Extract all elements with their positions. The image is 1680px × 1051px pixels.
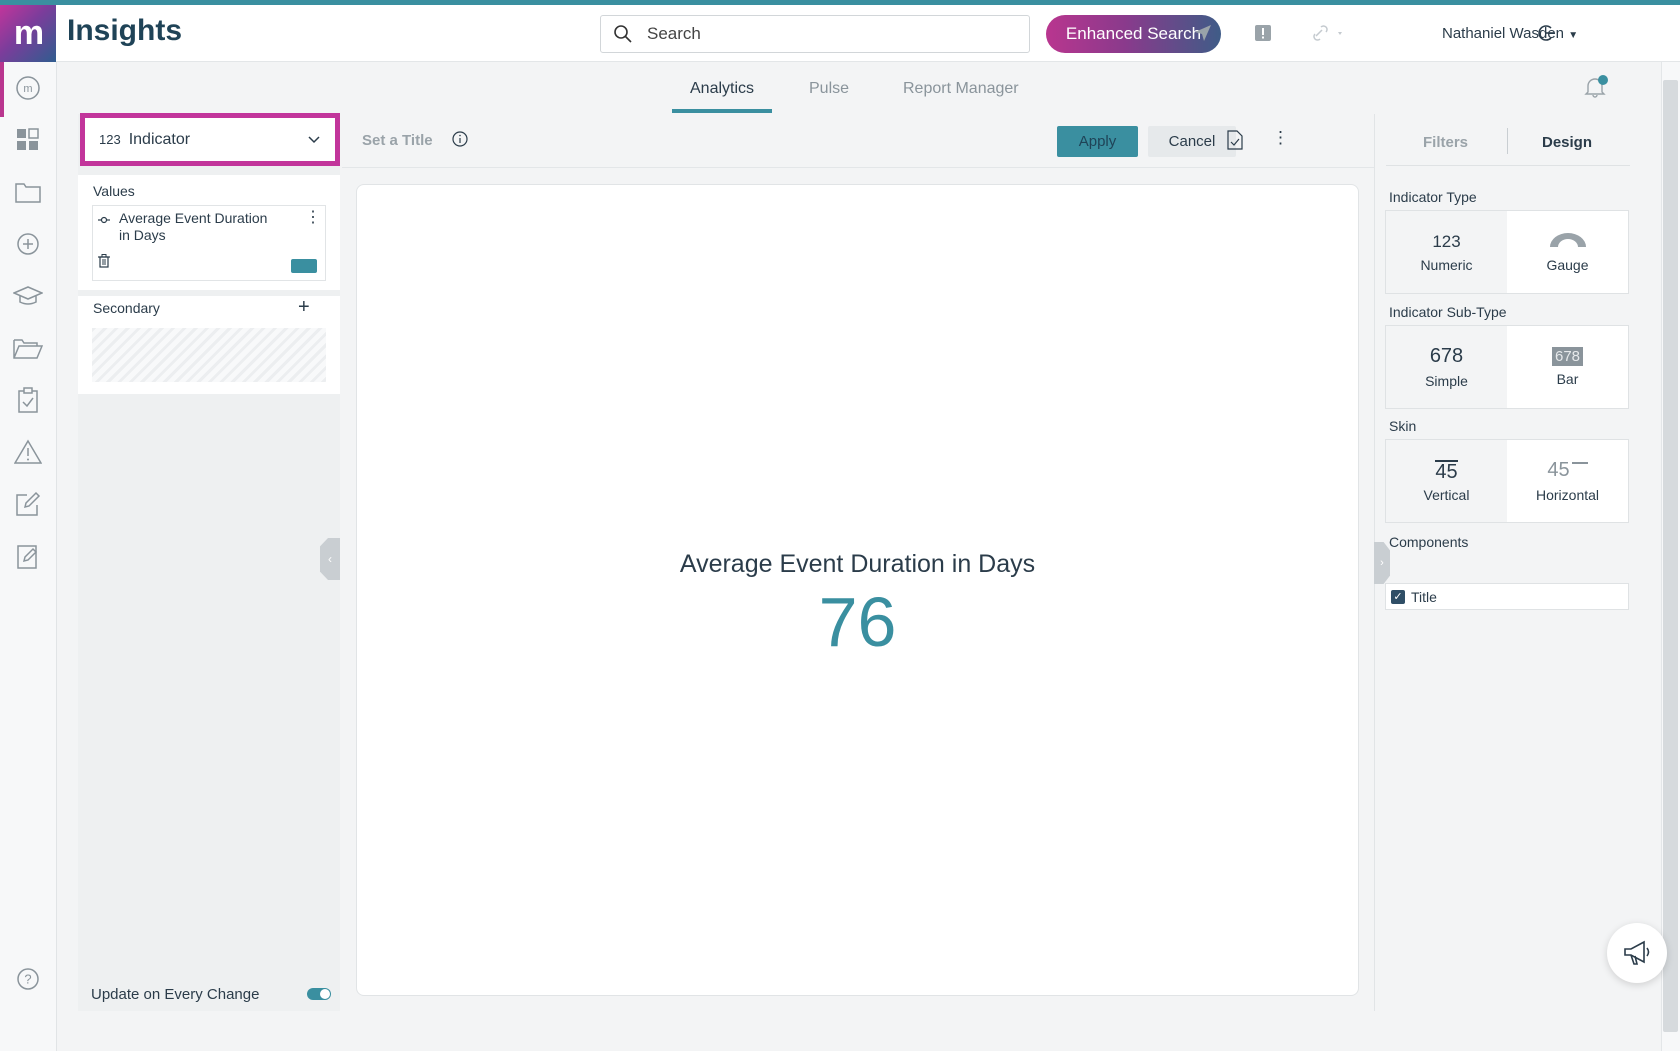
rail-active-indicator: [0, 62, 4, 117]
numeric-icon: 123: [1432, 231, 1461, 251]
tab-divider: [1386, 165, 1630, 166]
vertical-label: Vertical: [1423, 486, 1470, 503]
tab-report-manager[interactable]: Report Manager: [903, 80, 1019, 98]
user-menu[interactable]: Nathaniel Wasden ▼: [1442, 25, 1578, 42]
dashboard-icon[interactable]: [12, 124, 44, 156]
indicator-subtype-group: 678 Simple 678 Bar: [1385, 325, 1629, 409]
info-icon[interactable]: [452, 131, 468, 152]
collapse-left-panel-icon[interactable]: ‹: [320, 538, 340, 580]
series-color-swatch[interactable]: [291, 259, 317, 273]
visualization-type-select[interactable]: 123 Indicator: [80, 113, 340, 166]
bar-label: Bar: [1556, 371, 1579, 387]
components-label: Components: [1389, 534, 1469, 550]
value-more-icon[interactable]: ⋮: [305, 207, 321, 227]
warning-icon[interactable]: [12, 436, 44, 468]
skin-horizontal[interactable]: 45 Horizontal: [1507, 440, 1628, 522]
update-on-change-toggle[interactable]: [307, 988, 331, 1000]
search-icon: [614, 25, 632, 43]
values-label: Values: [93, 183, 135, 199]
indicator-type-numeric[interactable]: 123 Numeric: [1386, 211, 1507, 293]
edit-icon[interactable]: [12, 488, 44, 520]
vertical-skin-icon: 45: [1435, 459, 1458, 483]
open-folder-icon[interactable]: [12, 332, 44, 364]
subtype-simple[interactable]: 678 Simple: [1386, 326, 1507, 408]
trash-icon[interactable]: [98, 254, 110, 273]
indicator-subtype-label: Indicator Sub-Type: [1389, 304, 1507, 320]
indicator-type-label: Indicator Type: [1389, 189, 1477, 205]
tab-separator: [1507, 128, 1508, 154]
scrollbar-thumb[interactable]: [1663, 80, 1678, 1032]
cancel-button[interactable]: Cancel: [1148, 126, 1236, 157]
help-icon[interactable]: ?: [12, 963, 44, 995]
skin-vertical[interactable]: 45 Vertical: [1386, 440, 1507, 522]
skin-label: Skin: [1389, 418, 1417, 434]
checkbox-checked-icon[interactable]: ✓: [1391, 589, 1405, 604]
logout-icon[interactable]: [1535, 22, 1557, 44]
horizontal-label: Horizontal: [1535, 487, 1600, 503]
horizontal-skin-number: 45: [1547, 459, 1570, 481]
numeric-type-icon: 123: [99, 132, 121, 147]
secondary-label: Secondary: [93, 300, 160, 316]
component-title-row[interactable]: ✓ Title: [1385, 583, 1629, 610]
collapse-right-panel-icon[interactable]: ›: [1374, 542, 1390, 584]
title-input[interactable]: Set a Title: [362, 132, 433, 149]
svg-text:?: ?: [24, 972, 31, 987]
chevron-down-icon: [307, 131, 321, 149]
toolbar-more-icon[interactable]: ⋮: [1272, 128, 1289, 148]
logo[interactable]: m: [0, 5, 56, 62]
simple-label: Simple: [1425, 373, 1468, 389]
app-title: Insights: [67, 14, 183, 47]
svg-text:m: m: [23, 83, 32, 95]
tab-analytics[interactable]: Analytics: [690, 80, 754, 98]
gauge-label: Gauge: [1546, 257, 1589, 273]
navigation-arrow-icon[interactable]: [1192, 22, 1214, 44]
checklist-icon[interactable]: [12, 384, 44, 416]
home-icon[interactable]: m: [12, 72, 44, 104]
component-title-label: Title: [1411, 588, 1437, 605]
subtype-bar[interactable]: 678 Bar: [1507, 326, 1628, 408]
widget-value: 76: [818, 583, 897, 661]
search-box[interactable]: [600, 15, 1030, 53]
tab-filters[interactable]: Filters: [1423, 134, 1468, 151]
tab-bar: [78, 62, 1635, 114]
value-item-label: Average Event Duration in Days: [119, 210, 268, 243]
indicator-type-group: 123 Numeric Gauge: [1385, 210, 1629, 294]
horizontal-skin-icon: 45: [1547, 459, 1588, 482]
tab-design[interactable]: Design: [1542, 134, 1592, 151]
numeric-label: Numeric: [1420, 256, 1473, 273]
form-edit-icon[interactable]: [12, 540, 44, 572]
megaphone-icon: [1624, 940, 1650, 965]
feedback-button[interactable]: [1607, 923, 1667, 983]
secondary-drop-zone[interactable]: [92, 328, 326, 382]
skin-group: 45 Vertical 45 Horizontal: [1385, 439, 1629, 523]
widget-title: Average Event Duration in Days: [679, 550, 1036, 578]
apply-button[interactable]: Apply: [1057, 126, 1138, 157]
link-icon[interactable]: [1312, 22, 1346, 44]
add-secondary-icon[interactable]: +: [298, 296, 310, 319]
caret-down-icon: ▼: [1568, 30, 1579, 41]
active-tab-underline: [672, 109, 772, 113]
indicator-type-gauge[interactable]: Gauge: [1507, 211, 1628, 293]
visualization-type-label: Indicator: [128, 130, 191, 148]
notification-badge: [1598, 75, 1608, 85]
gauge-icon: [1548, 231, 1588, 252]
tab-pulse[interactable]: Pulse: [809, 80, 849, 98]
update-on-change-label: Update on Every Change: [91, 986, 260, 1003]
search-input[interactable]: [647, 24, 1017, 44]
save-document-icon[interactable]: [1227, 130, 1243, 155]
folder-icon[interactable]: [12, 176, 44, 208]
add-record-icon[interactable]: [12, 228, 44, 260]
training-cap-icon[interactable]: [12, 280, 44, 312]
bar-icon: 678: [1551, 347, 1584, 366]
measure-icon: [97, 212, 111, 230]
simple-icon: 678: [1429, 345, 1464, 367]
alert-icon[interactable]: [1252, 22, 1274, 44]
